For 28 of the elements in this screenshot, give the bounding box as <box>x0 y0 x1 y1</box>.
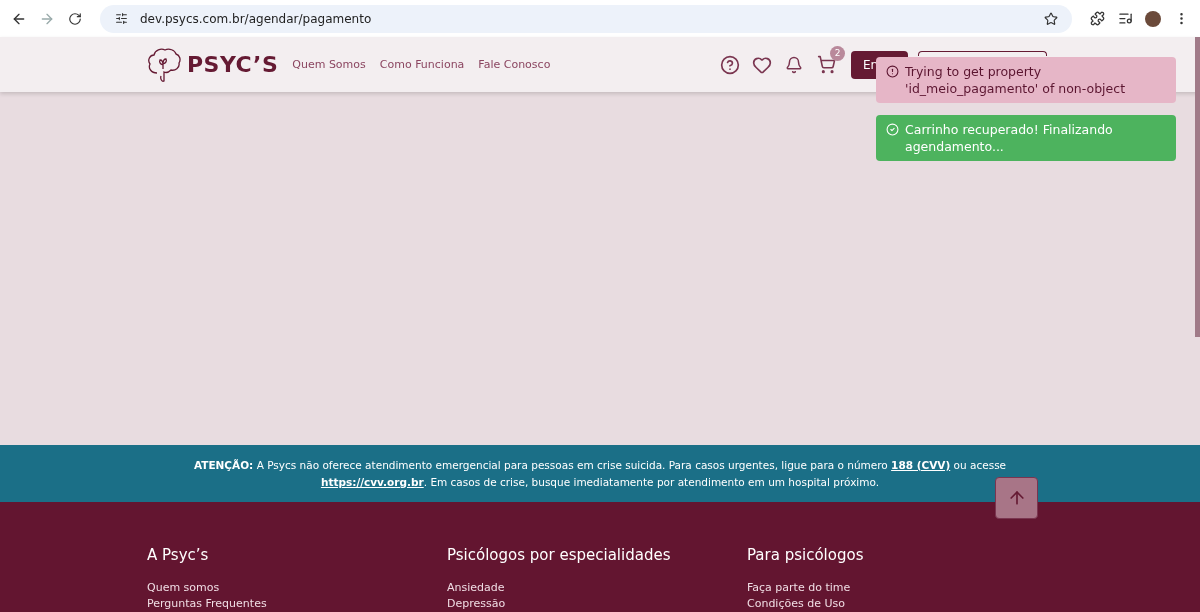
footer-heading: A Psyc’s <box>147 546 210 564</box>
site-link[interactable]: https://cvv.org.br <box>320 475 424 488</box>
help-icon[interactable] <box>719 53 741 76</box>
tree-logo-icon <box>147 46 181 83</box>
cart-count: 2 <box>830 45 845 61</box>
footer-link[interactable]: Condições de Uso <box>747 596 1047 612</box>
footer-heading: Psicólogos por especialidades <box>447 546 672 564</box>
scroll-top-button[interactable] <box>995 477 1038 519</box>
footer-link[interactable]: Faça parte do time <box>747 580 1047 596</box>
footer-link[interactable]: Ansiedade <box>447 580 747 596</box>
scrollbar[interactable] <box>1195 37 1200 337</box>
notice-text: ATENÇÃO: A Psycs não oferece atendimento emergencial para pessoas em crise suicida. Para casos urgentes, ligue para o número 188 (CVV) ou acesse https://cvv.org.br. Em casos de crise, busque imediatamente por atendimento em um hospital próximo. <box>192 457 1008 490</box>
nav-link[interactable]: Como Funciona <box>379 58 465 71</box>
footer-link[interactable]: Quem somos <box>147 580 447 596</box>
toast-message: Trying to get property 'id_meio_pagamento' of non-object <box>905 63 1127 97</box>
footer-heading: Para psicólogos <box>747 546 865 564</box>
phone-link[interactable]: 188 (CVV) <box>891 458 951 471</box>
alert-icon <box>886 65 899 78</box>
nav-link[interactable]: Fale Conosco <box>478 58 551 71</box>
toast-message: Carrinho recuperado! Finalizando agendamento... <box>905 121 1114 155</box>
footer-link[interactable]: Depressão <box>447 596 747 612</box>
cart-icon[interactable] <box>816 55 836 74</box>
outline-button[interactable] <box>918 50 1047 56</box>
logo-text[interactable]: PSYC’S <box>187 52 279 77</box>
nav-link[interactable]: Quem Somos <box>292 58 366 71</box>
address-bar[interactable]: dev.psycs.com.br/agendar/pagamento <box>100 4 1072 33</box>
footer-link[interactable]: Perguntas Frequentes <box>147 596 447 612</box>
check-icon <box>886 123 899 136</box>
